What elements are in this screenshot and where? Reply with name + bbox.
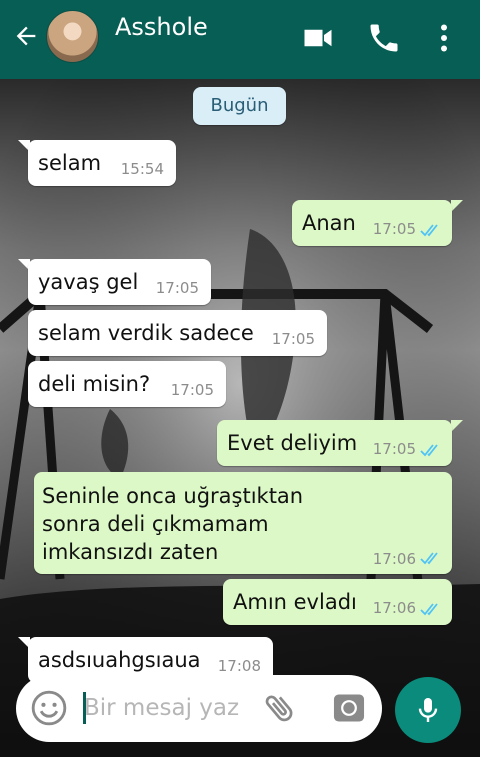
attach-icon[interactable] xyxy=(262,690,298,726)
message-text: deli misin? xyxy=(38,372,151,396)
contact-name[interactable]: Asshole xyxy=(115,13,208,41)
bubble-tail xyxy=(451,420,463,432)
emoji-icon[interactable] xyxy=(30,689,68,727)
message-incoming[interactable]: yavaş gel 17:05 xyxy=(28,259,211,305)
message-text: selam verdik sadece xyxy=(38,321,254,345)
read-receipt-icon xyxy=(420,224,438,237)
message-time: 17:05 xyxy=(372,220,416,238)
camera-icon[interactable] xyxy=(330,689,368,727)
read-receipt-icon xyxy=(420,603,438,616)
message-time: 17:06 xyxy=(372,550,416,568)
message-outgoing[interactable]: Evet deliyim 17:05 xyxy=(217,420,452,466)
message-text: Seninle onca uğraştıktan sonra deli çıkm… xyxy=(42,484,304,564)
message-text: selam xyxy=(38,151,102,175)
message-text: Amın evladı xyxy=(233,590,357,614)
message-text: yavaş gel xyxy=(38,270,139,294)
message-incoming[interactable]: selam 15:54 xyxy=(28,140,176,186)
message-outgoing[interactable]: Amın evladı 17:06 xyxy=(223,579,452,625)
message-time: 17:05 xyxy=(170,381,214,399)
read-receipt-icon xyxy=(420,552,438,565)
chat-header: Asshole xyxy=(0,0,480,79)
message-time: 15:54 xyxy=(120,160,164,178)
message-outgoing[interactable]: Seninle onca uğraştıktan sonra deli çıkm… xyxy=(34,472,452,574)
message-time: 17:06 xyxy=(372,599,416,617)
message-outgoing[interactable]: Anan 17:05 xyxy=(292,200,452,246)
back-arrow-icon[interactable] xyxy=(12,22,40,50)
message-time: 17:05 xyxy=(155,279,199,297)
message-incoming[interactable]: deli misin? 17:05 xyxy=(28,361,226,407)
read-receipt-icon xyxy=(420,444,438,457)
message-text: Evet deliyim xyxy=(227,431,358,455)
contact-avatar[interactable] xyxy=(46,10,99,63)
voice-record-button[interactable] xyxy=(395,677,461,743)
date-divider: Bugün xyxy=(193,87,286,125)
message-time: 17:05 xyxy=(372,440,416,458)
message-incoming[interactable]: selam verdik sadece 17:05 xyxy=(28,310,327,356)
bubble-tail xyxy=(451,200,463,212)
more-vert-icon[interactable] xyxy=(426,20,462,56)
message-time: 17:05 xyxy=(271,330,315,348)
video-call-icon[interactable] xyxy=(300,20,336,56)
message-input[interactable] xyxy=(84,686,254,730)
message-text: Anan xyxy=(302,211,356,235)
mic-icon xyxy=(418,698,438,722)
phone-icon[interactable] xyxy=(366,20,402,56)
